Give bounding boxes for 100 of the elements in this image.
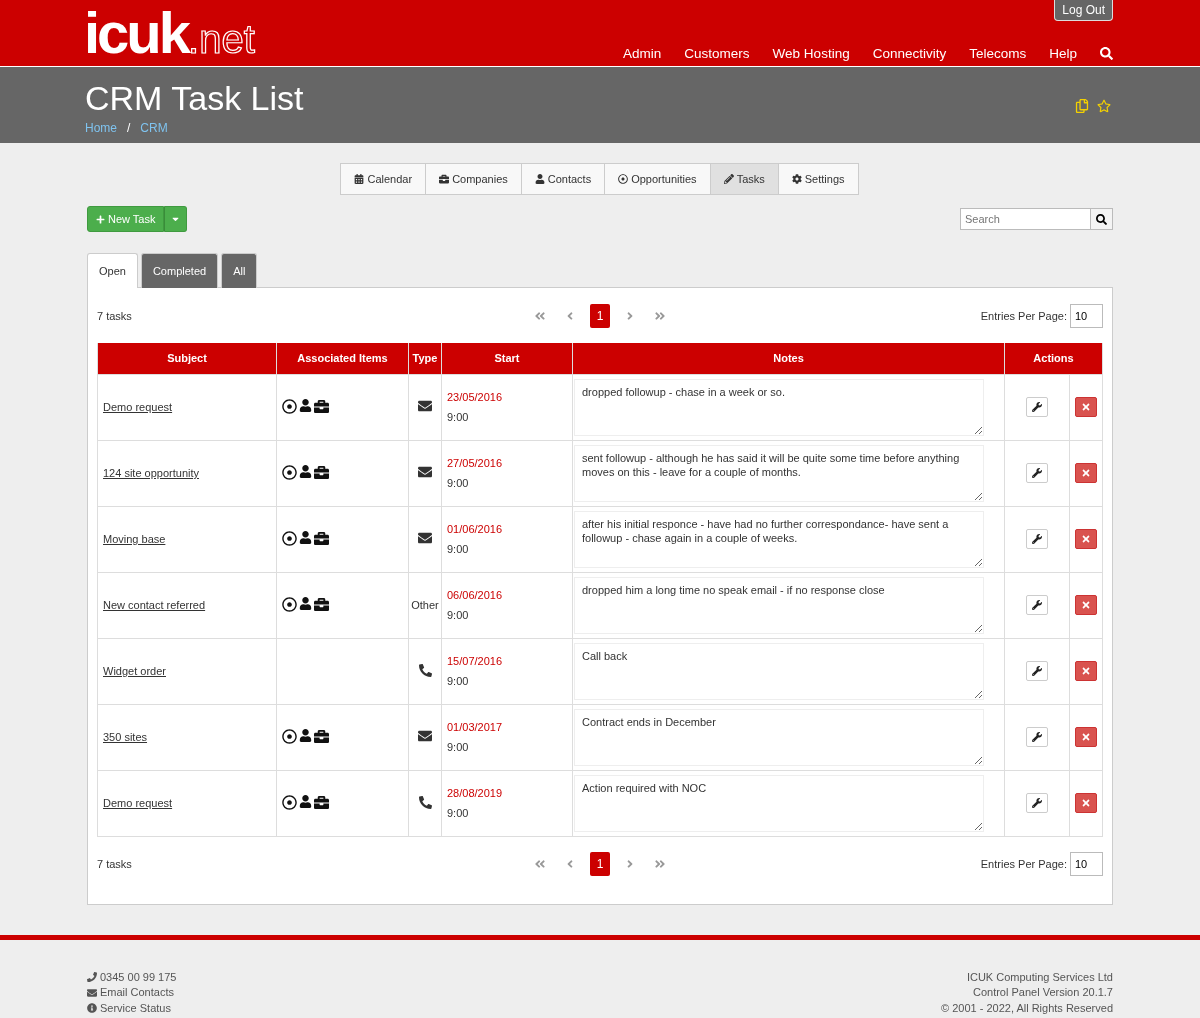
envelope-icon [418, 465, 432, 479]
copy-icon[interactable] [1075, 99, 1089, 113]
briefcase-icon[interactable] [314, 794, 329, 810]
briefcase-icon[interactable] [314, 530, 329, 546]
nav-link[interactable]: Help [1049, 46, 1077, 61]
briefcase-icon[interactable] [314, 464, 329, 480]
target-icon[interactable] [282, 398, 297, 414]
task-subject-link[interactable]: New contact referred [103, 599, 206, 611]
delete-button[interactable] [1075, 793, 1097, 813]
edit-button[interactable] [1026, 595, 1048, 615]
close-icon [1081, 732, 1091, 742]
delete-button[interactable] [1075, 463, 1097, 483]
task-subject-link[interactable]: Demo request [103, 401, 173, 413]
footer-text: © 2001 - 2022, All Rights Reserved [941, 1000, 1113, 1016]
edit-button[interactable] [1026, 793, 1048, 813]
column-header: Subject [97, 343, 277, 374]
footer-link[interactable]: 0345 00 99 175 [100, 969, 177, 985]
crm-tab[interactable]: Calendar [340, 163, 427, 195]
notes-field[interactable]: sent followup - although he has said it will be quite some time before anything moves on this - leave for a couple of months. [574, 444, 984, 502]
plus-icon [96, 214, 105, 224]
crm-tab[interactable]: Tasks [709, 163, 779, 195]
crm-tab[interactable]: Companies [425, 163, 522, 195]
notes-field[interactable]: dropped him a long time no speak email - if no response close [574, 576, 984, 634]
type-text: Other [411, 599, 439, 611]
nav-link[interactable]: Telecoms [969, 46, 1027, 61]
status-tab[interactable]: Open [87, 253, 138, 288]
task-subject-link[interactable]: 350 sites [103, 731, 148, 743]
task-subject-link[interactable]: Widget order [103, 665, 166, 677]
delete-button[interactable] [1075, 661, 1097, 681]
crm-tab[interactable]: Settings [777, 163, 859, 195]
edit-button[interactable] [1026, 661, 1048, 681]
delete-button[interactable] [1075, 529, 1097, 549]
edit-button[interactable] [1026, 397, 1048, 417]
task-subject-link[interactable]: 124 site opportunity [103, 467, 199, 479]
nav-link[interactable]: Connectivity [872, 46, 947, 61]
target-icon[interactable] [282, 794, 297, 810]
notes-field[interactable]: Call back [574, 642, 984, 700]
person-icon[interactable] [299, 530, 312, 546]
dropdown-button[interactable] [164, 206, 188, 232]
notes-field[interactable]: after his initial responce - have had no further correspondance- have sent a followup - chase again in a couple of weeks. [574, 510, 984, 568]
notes-field[interactable]: Action required with NOC [574, 774, 984, 832]
notes-field[interactable]: Contract ends in December [574, 708, 984, 766]
close-icon [1081, 798, 1091, 808]
person-icon[interactable] [299, 398, 312, 414]
delete-button[interactable] [1075, 397, 1097, 417]
task-subject-link[interactable]: Moving base [103, 533, 166, 545]
edit-button[interactable] [1026, 727, 1048, 747]
target-icon[interactable] [282, 596, 297, 612]
wrench-icon [1032, 798, 1042, 808]
logo[interactable]: icuk.net [84, 4, 255, 62]
status-tab[interactable]: Completed [140, 253, 219, 288]
info-icon [87, 1003, 97, 1014]
target-icon [618, 174, 629, 184]
nav-link[interactable]: Admin [623, 46, 662, 61]
star-icon[interactable] [1097, 99, 1111, 113]
target-icon[interactable] [282, 728, 297, 744]
envelope-icon [418, 729, 432, 743]
delete-button[interactable] [1075, 727, 1097, 747]
person-icon[interactable] [299, 794, 312, 810]
person-icon[interactable] [299, 728, 312, 744]
task-date: 28/08/2019 [447, 787, 504, 799]
briefcase-icon[interactable] [314, 728, 329, 744]
task-date: 27/05/2016 [447, 457, 504, 469]
crm-tab[interactable]: Opportunities [604, 163, 711, 195]
target-icon[interactable] [282, 530, 297, 546]
wrench-icon [1032, 402, 1042, 412]
task-time: 9:00 [447, 609, 470, 621]
edit-button[interactable] [1026, 529, 1048, 549]
task-time: 9:00 [447, 411, 470, 423]
task-date: 01/03/2017 [447, 721, 504, 733]
footer-link[interactable]: Email Contacts [100, 985, 174, 1001]
logout-button[interactable]: Log Out [1054, 0, 1113, 21]
wrench-icon [1032, 600, 1042, 610]
notes-field[interactable]: dropped followup - chase in a week or so. [574, 378, 984, 436]
task-date: 01/06/2016 [447, 523, 504, 535]
task-time: 9:00 [447, 807, 470, 819]
footer-link[interactable]: Service Status [100, 1000, 171, 1016]
entries-field[interactable]: 10 [1070, 852, 1103, 876]
nav-link[interactable]: Web Hosting [772, 46, 850, 61]
target-icon[interactable] [282, 464, 297, 480]
crm-tab[interactable]: Contacts [520, 163, 606, 195]
person-icon[interactable] [299, 596, 312, 612]
page-button[interactable]: 1 [590, 303, 610, 328]
page-button[interactable]: 1 [590, 852, 610, 876]
briefcase-icon[interactable] [314, 398, 329, 414]
envelope-icon [87, 987, 97, 998]
person-icon[interactable] [299, 464, 312, 480]
status-tab[interactable]: All [221, 253, 258, 288]
search-button[interactable] [1091, 208, 1113, 230]
calendar-icon [354, 174, 365, 184]
envelope-icon [418, 399, 432, 413]
nav-link[interactable]: Customers [684, 46, 750, 61]
task-subject-link[interactable]: Demo request [103, 797, 173, 809]
briefcase-icon[interactable] [314, 596, 329, 612]
entries-field[interactable]: 10 [1070, 303, 1103, 328]
delete-button[interactable] [1075, 595, 1097, 615]
search-icon[interactable] [1100, 47, 1113, 60]
search-field[interactable]: Search [960, 208, 1091, 230]
edit-button[interactable] [1026, 463, 1048, 483]
task-time: 9:00 [447, 543, 470, 555]
